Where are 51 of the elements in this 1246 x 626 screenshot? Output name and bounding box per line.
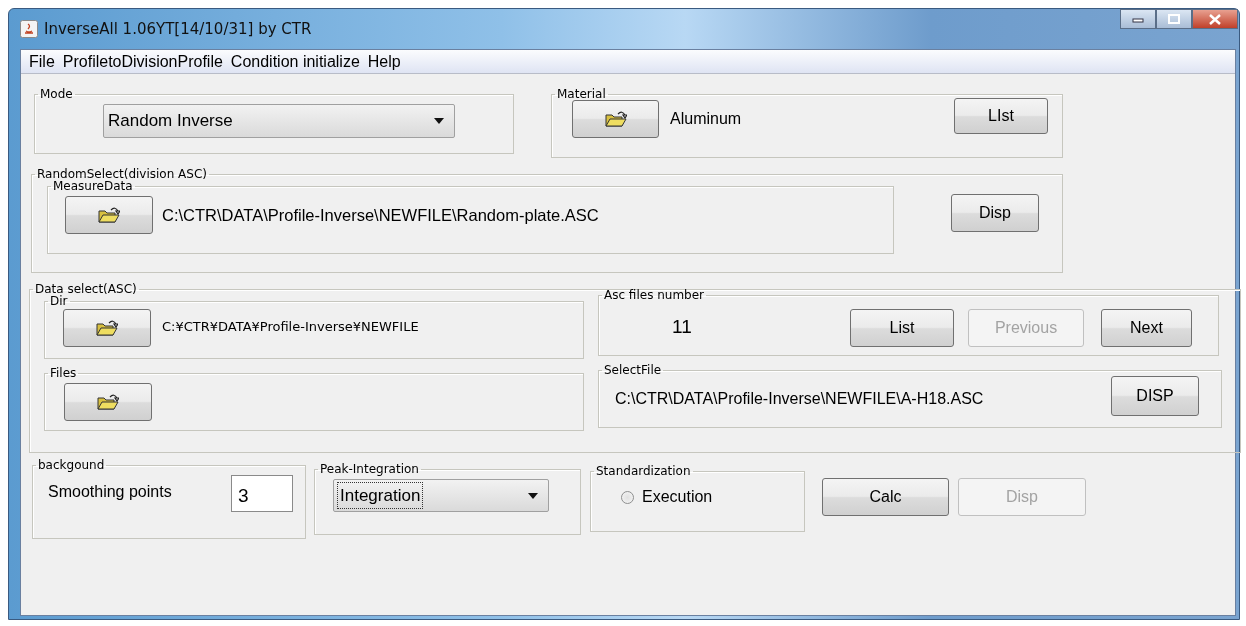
group-label: MeasureData [52,180,134,192]
caret-icon [434,118,444,124]
folder-icon [604,110,627,128]
field-label: Smoothing points [48,481,172,502]
open-folder-button[interactable] [65,196,153,234]
group-label: RandomSelect(division ASC) [36,168,208,180]
group-label: SelectFile [603,364,663,376]
menu-item[interactable]: File [25,50,59,73]
open-folder-button[interactable] [572,100,659,138]
material-name: Aluminum [670,109,742,129]
directory-path: C:¥CTR¥DATA¥Profile-Inverse¥NEWFILE [162,318,419,337]
next-button[interactable]: Next [1101,309,1192,347]
close-button[interactable] [1192,9,1238,29]
group-label: Mode [39,88,74,100]
app-icon [20,20,38,38]
maximize-icon [1168,14,1180,24]
smoothing-points-field[interactable]: 3 [231,475,293,512]
file-path: C:\CTR\DATA\Profile-Inverse\NEWFILE\Random-plate.ASC [162,205,599,227]
open-folder-button[interactable] [64,383,152,421]
group-label: Files [49,367,78,379]
radio-icon[interactable] [621,490,634,504]
list-button[interactable]: List [850,309,954,347]
maximize-button[interactable] [1156,9,1192,29]
group-label: Material [556,88,607,100]
menu-item[interactable]: ProfiletoDivisionProfile [58,50,227,73]
calc-button[interactable]: Calc [822,478,949,516]
disp-button[interactable]: DISP [1111,376,1199,416]
list-button[interactable]: LIst [954,98,1048,134]
minimize-button[interactable] [1120,9,1156,29]
folder-icon [98,206,120,224]
execution-radio[interactable]: Execution [621,485,794,509]
open-folder-button[interactable] [63,309,151,347]
group-label: Data select(ASC) [34,283,138,295]
group-label: Dir [49,295,69,307]
disp-button[interactable]: Disp [951,194,1039,232]
window-title: InverseAll 1.06YT[14/10/31] by CTR [44,18,312,40]
caret-icon [528,492,538,499]
group-label: Standardization [595,465,692,477]
close-icon [1208,13,1222,25]
menu-item[interactable]: Help [363,50,405,73]
folder-icon [96,319,118,337]
file-count: 11 [672,314,693,339]
file-path: C:\CTR\DATA\Profile-Inverse\NEWFILE\A-H18.ASC [615,389,984,409]
mode-dropdown[interactable]: Random Inverse [103,104,455,138]
menu-item[interactable]: Condition initialize [226,50,364,73]
minimize-icon [1132,15,1144,23]
folder-icon [97,393,119,411]
integration-dropdown[interactable]: Integration [333,479,549,512]
group-label: Peak-Integration [319,463,420,475]
group-label: backgound [37,459,106,471]
group-label: Asc files number [603,289,706,301]
